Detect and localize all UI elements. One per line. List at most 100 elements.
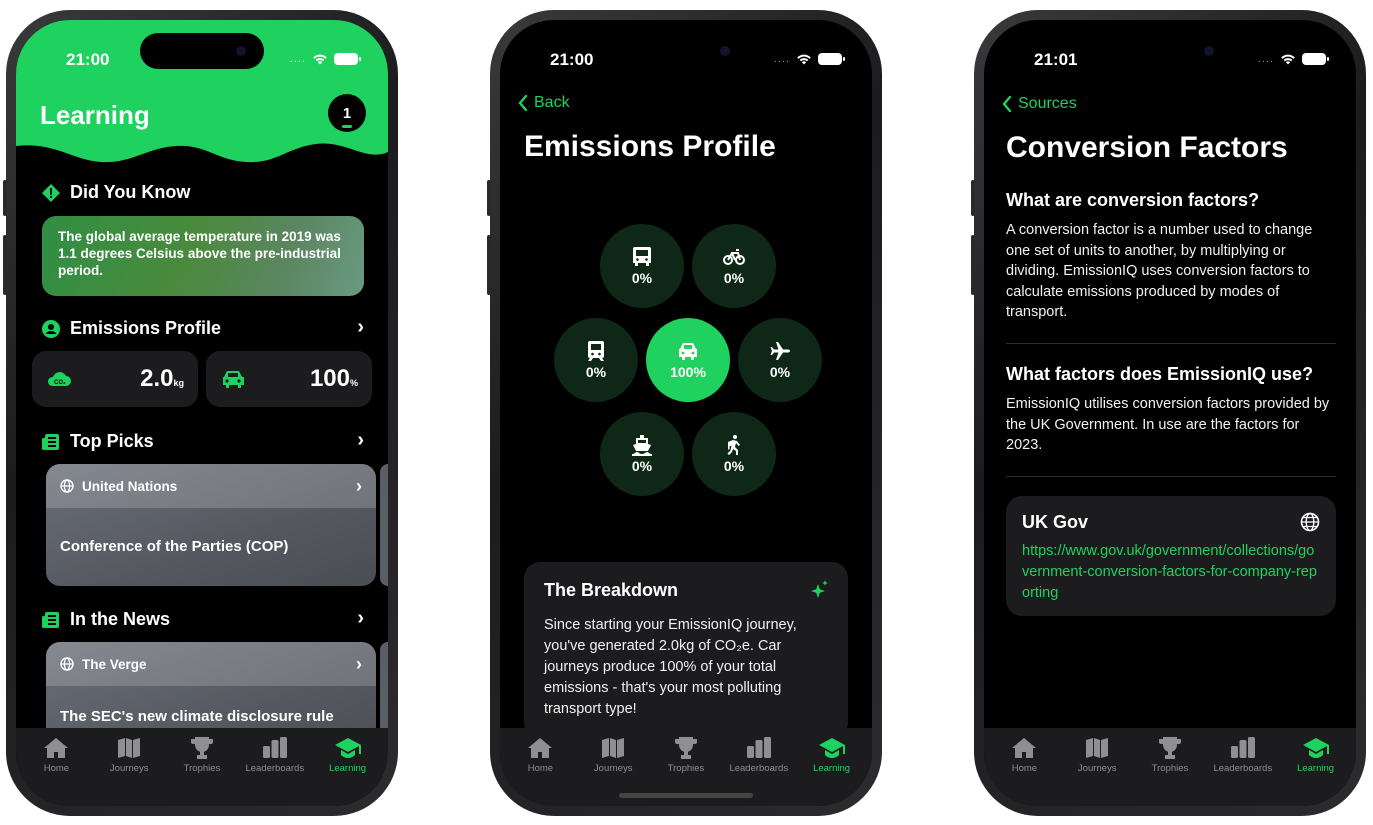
mode-ferry[interactable]: 0% bbox=[600, 412, 684, 496]
status-time: 21:00 bbox=[66, 50, 110, 69]
home-icon bbox=[1012, 738, 1037, 758]
news-chevron-icon[interactable]: › bbox=[357, 607, 364, 630]
dynamic-island bbox=[140, 33, 264, 69]
mode-car[interactable]: 100% bbox=[646, 318, 730, 402]
dynamic-island bbox=[624, 33, 748, 69]
co2-stat-card[interactable]: CO₂ 2.0kg bbox=[32, 351, 198, 407]
top-picks-label: Top Picks bbox=[70, 431, 154, 451]
mode-plane[interactable]: 0% bbox=[738, 318, 822, 402]
sparkle-icon[interactable] bbox=[808, 580, 830, 602]
mode-bicycle[interactable]: 0% bbox=[692, 224, 776, 308]
tab-bar: Home Journeys Trophies Leaderboards Lear… bbox=[984, 728, 1356, 806]
battery-icon bbox=[818, 53, 845, 65]
sources-back-button[interactable]: Sources bbox=[1002, 95, 1077, 113]
divider bbox=[1006, 476, 1336, 477]
emissions-profile-heading[interactable]: Emissions Profile bbox=[42, 318, 221, 339]
wifi-icon bbox=[797, 54, 811, 65]
home-icon bbox=[44, 738, 69, 758]
battery-icon bbox=[1302, 53, 1329, 65]
signal-icon: .... bbox=[1257, 53, 1274, 65]
chevron-left-icon bbox=[518, 95, 528, 111]
back-button[interactable]: Back bbox=[518, 94, 570, 112]
home-icon bbox=[528, 738, 553, 758]
screen: 21:00 .... Learning 1 Did You Know The g… bbox=[16, 20, 388, 806]
notification-badge[interactable]: 1 bbox=[328, 94, 366, 132]
source-url-link[interactable]: https://www.gov.uk/government/collection… bbox=[1022, 541, 1320, 604]
phone-learning: 21:00 .... Learning 1 Did You Know The g… bbox=[3, 10, 398, 816]
tab-trophies[interactable]: Trophies bbox=[166, 736, 238, 806]
top-pick-card[interactable]: United Nations › Conference of the Parti… bbox=[46, 464, 376, 586]
graduation-cap-icon bbox=[334, 738, 361, 758]
status-icons: .... bbox=[773, 53, 845, 65]
tab-bar: Home Journeys Trophies Leaderboards Lear… bbox=[16, 728, 388, 806]
tab-journeys[interactable]: Journeys bbox=[93, 736, 165, 806]
question-heading-1: What are conversion factors? bbox=[1006, 190, 1260, 210]
signal-icon: .... bbox=[773, 53, 790, 65]
tab-journeys[interactable]: Journeys bbox=[1061, 736, 1133, 806]
car-share-stat-card[interactable]: 100% bbox=[206, 351, 372, 407]
breakdown-text: Since starting your EmissionIQ journey, … bbox=[544, 617, 797, 717]
did-you-know-card: The global average temperature in 2019 w… bbox=[42, 216, 364, 296]
leaderboard-icon bbox=[1230, 737, 1255, 758]
breakdown-heading: The Breakdown bbox=[544, 580, 679, 600]
mode-bus[interactable]: 0% bbox=[600, 224, 684, 308]
signal-icon: .... bbox=[289, 53, 306, 65]
tab-learning[interactable]: Learning bbox=[1280, 736, 1352, 806]
tab-leaderboards[interactable]: Leaderboards bbox=[239, 736, 311, 806]
status-time: 21:00 bbox=[550, 50, 594, 69]
mode-walking[interactable]: 0% bbox=[692, 412, 776, 496]
battery-icon bbox=[334, 53, 361, 65]
map-icon bbox=[602, 738, 625, 758]
top-picks-heading[interactable]: Top Picks bbox=[42, 431, 154, 452]
bus-icon bbox=[633, 247, 651, 266]
home-indicator[interactable] bbox=[619, 793, 753, 798]
graduation-cap-icon bbox=[818, 738, 845, 758]
answer-text-1: A conversion factor is a number used to … bbox=[1006, 222, 1313, 320]
tab-home[interactable]: Home bbox=[988, 736, 1060, 806]
mode-bicycle-value: 0% bbox=[723, 270, 745, 286]
car-icon bbox=[679, 343, 697, 360]
question-heading-2: What factors does EmissionIQ use? bbox=[1006, 364, 1314, 384]
back-label: Sources bbox=[1018, 95, 1077, 112]
leaderboard-icon bbox=[746, 737, 771, 758]
source-card[interactable]: UK Gov https://www.gov.uk/government/col… bbox=[1006, 496, 1336, 616]
chevron-left-icon bbox=[1002, 96, 1012, 112]
trophy-icon bbox=[1158, 737, 1181, 759]
mode-train[interactable]: 0% bbox=[554, 318, 638, 402]
source-name: UK Gov bbox=[1022, 512, 1089, 532]
leaderboard-icon bbox=[262, 737, 287, 758]
globe-icon bbox=[60, 479, 74, 493]
tab-home[interactable]: Home bbox=[20, 736, 92, 806]
in-the-news-heading[interactable]: In the News bbox=[42, 609, 170, 630]
globe-icon[interactable] bbox=[1300, 512, 1320, 532]
phone-conversion-factors: 21:01 .... Sources Conversion Factors Wh… bbox=[971, 10, 1366, 816]
co2-value: 2.0kg bbox=[140, 365, 184, 392]
tab-learning[interactable]: Learning bbox=[796, 736, 868, 806]
car-share-value: 100% bbox=[309, 365, 358, 392]
bicycle-icon bbox=[723, 249, 745, 265]
wifi-icon bbox=[313, 54, 327, 65]
trophy-icon bbox=[674, 737, 697, 759]
trophy-icon bbox=[190, 737, 213, 759]
screen: 21:01 .... Sources Conversion Factors Wh… bbox=[984, 20, 1356, 806]
emissions-profile-label: Emissions Profile bbox=[70, 318, 222, 338]
tab-leaderboards[interactable]: Leaderboards bbox=[1207, 736, 1279, 806]
answer-text-2: EmissionIQ utilises conversion factors p… bbox=[1006, 396, 1330, 453]
did-you-know-heading: Did You Know bbox=[42, 182, 190, 203]
next-card-peek[interactable] bbox=[380, 464, 388, 586]
tab-learning[interactable]: Learning bbox=[312, 736, 384, 806]
walking-icon bbox=[727, 435, 740, 455]
status-icons: .... bbox=[1257, 53, 1329, 65]
status-time: 21:01 bbox=[1034, 50, 1078, 69]
top-picks-chevron-icon[interactable]: › bbox=[357, 429, 364, 452]
tab-home[interactable]: Home bbox=[504, 736, 576, 806]
top-pick-source-bar: United Nations › bbox=[46, 464, 376, 508]
in-the-news-label: In the News bbox=[70, 609, 171, 629]
co2-cloud-icon: CO₂ bbox=[47, 372, 71, 386]
tab-trophies[interactable]: Trophies bbox=[1134, 736, 1206, 806]
map-icon bbox=[1086, 738, 1109, 758]
page-title: Conversion Factors bbox=[1006, 131, 1288, 164]
news-source: The Verge bbox=[82, 656, 147, 672]
emissions-chevron-icon[interactable]: › bbox=[357, 316, 364, 339]
mode-train-value: 0% bbox=[585, 364, 607, 380]
